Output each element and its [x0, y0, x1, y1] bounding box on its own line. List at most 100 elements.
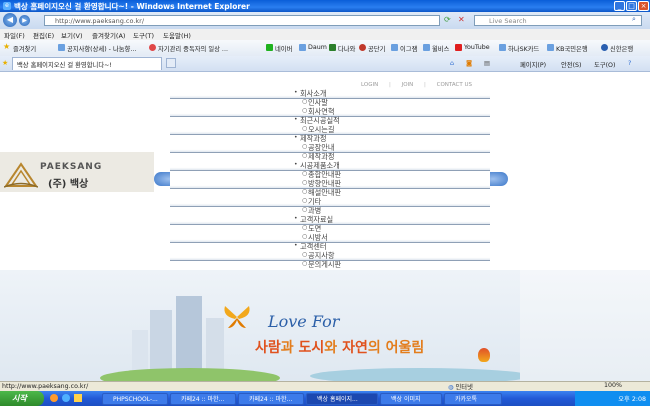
fav-item[interactable]: KB국민은행 — [556, 44, 588, 53]
taskbar-task[interactable]: PHPSCHOOL-... — [102, 393, 168, 405]
start-button[interactable]: 시작 — [0, 391, 44, 406]
contact-link[interactable]: CONTACT US — [437, 82, 472, 88]
tool-tools[interactable]: 도구(O) — [594, 60, 615, 69]
danawa-icon — [329, 44, 336, 51]
forward-icon[interactable]: ▶ — [19, 15, 30, 26]
bullet-icon: • — [294, 215, 298, 222]
feed-icon[interactable]: ◙ — [466, 60, 472, 67]
back-icon[interactable]: ◀ — [3, 13, 17, 27]
top-links: LOGIN | JOIN | CONTACT US — [361, 82, 472, 88]
quicklaunch-icon[interactable] — [62, 394, 70, 402]
taskbar-task[interactable]: 백상 이미지 — [380, 393, 442, 405]
fav-item[interactable]: 공지사항(상세) - 나눔향... — [67, 44, 136, 53]
page-icon — [547, 44, 554, 51]
circle-bullet-icon: ○ — [302, 251, 308, 258]
menu-subitem[interactable]: 문의게시판 — [308, 260, 341, 270]
fav-item[interactable]: 신한은행 — [610, 44, 633, 53]
window-titlebar[interactable]: e 백상 홈페이지오신 걸 환영합니다~! - Windows Internet… — [0, 0, 650, 12]
circle-bullet-icon: ○ — [302, 98, 308, 105]
status-url: http://www.paeksang.co.kr/ — [2, 383, 89, 390]
gongdangi-icon — [359, 44, 366, 51]
taskbar-task[interactable]: 카페24 :: 마한... — [170, 393, 236, 405]
banner-side — [520, 270, 650, 381]
menu-row[interactable]: ○ 문의게시판 — [170, 260, 490, 270]
menu-row[interactable]: • 회사소개 — [170, 89, 490, 99]
menu-view[interactable]: 보기(V) — [61, 30, 82, 40]
fav-item[interactable]: 이그잼 — [400, 44, 417, 53]
menu-tools[interactable]: 도구(T) — [133, 30, 154, 40]
taskbar-task-active[interactable]: 백상 홈페이지... — [306, 393, 378, 405]
site-logo[interactable]: PAEKSANG (주) 백상 — [4, 158, 104, 192]
zoom-level[interactable]: 100% — [604, 382, 622, 389]
taskbar-task[interactable]: 카페24 :: 마한... — [238, 393, 304, 405]
address-text: http://www.paeksang.co.kr/ — [55, 17, 145, 25]
home-icon[interactable]: ⌂ — [450, 60, 454, 67]
menu-file[interactable]: 파일(F) — [4, 30, 25, 40]
slogan-part: 과 — [280, 340, 299, 356]
circle-bullet-icon: ○ — [302, 107, 308, 114]
circle-bullet-icon: ○ — [302, 188, 308, 195]
zone-text: 인터넷 — [455, 384, 473, 391]
menu-row[interactable]: ○ 시방서 — [170, 233, 490, 243]
slogan-part: 의 어울림 — [367, 340, 425, 356]
menu-help[interactable]: 도움말(H) — [163, 30, 191, 40]
menu-row[interactable]: ○ 도면 — [170, 224, 490, 234]
search-input[interactable]: Live Search — [474, 15, 642, 26]
slogan-part: 사람 — [255, 340, 281, 356]
taskbar-task[interactable]: 카카오톡 — [444, 393, 502, 405]
page-icon — [391, 44, 398, 51]
butterfly-icon — [224, 306, 250, 328]
quicklaunch-icon[interactable] — [74, 394, 82, 402]
minimize-button[interactable]: _ — [614, 1, 625, 11]
browser-tab[interactable]: 백상 홈페이지오신 걸 환영합니다~! — [12, 57, 162, 70]
circle-bullet-icon: ○ — [302, 143, 308, 150]
menu-favorites[interactable]: 즐겨찾기(A) — [92, 30, 125, 40]
fav-item[interactable]: 윌비스 — [432, 44, 449, 53]
page-icon — [499, 44, 506, 51]
city-illustration — [100, 296, 520, 381]
fav-item[interactable]: 공단기 — [368, 44, 385, 53]
fav-item[interactable]: 하나SK카드 — [508, 44, 539, 53]
fav-item[interactable]: YouTube — [464, 44, 490, 51]
circle-bullet-icon: ○ — [302, 125, 308, 132]
bullet-icon: • — [294, 161, 298, 168]
tool-page[interactable]: 페이지(P) — [520, 60, 546, 69]
stop-icon[interactable]: ✕ — [458, 15, 465, 24]
page-icon — [299, 44, 306, 51]
menu-row[interactable]: ○ 해설안내판 — [170, 188, 490, 198]
menu-edit[interactable]: 편집(E) — [33, 30, 54, 40]
window-title: 백상 홈페이지오신 걸 환영합니다~! - Windows Internet E… — [14, 2, 250, 11]
print-icon[interactable]: ▤ — [484, 60, 490, 67]
bullet-icon: • — [294, 116, 298, 123]
system-tray: 오후 2:08 — [575, 391, 650, 406]
slogan-part: 자연 — [342, 340, 368, 356]
fav-item[interactable]: 자기관리 중독자의 일상 ... — [158, 44, 228, 53]
menu-row[interactable]: ○ 기타 — [170, 197, 490, 207]
naver-icon — [266, 44, 273, 51]
fav-item[interactable]: 다나와 — [338, 44, 355, 53]
help-icon[interactable]: ? — [628, 60, 631, 67]
tool-safety[interactable]: 안전(S) — [561, 60, 582, 69]
refresh-icon[interactable]: ⟳ — [444, 15, 451, 24]
circle-bullet-icon: ○ — [302, 179, 308, 186]
favorites-star-icon[interactable]: ★ — [2, 59, 8, 67]
menu-row[interactable]: • 고객자료실 — [170, 215, 490, 225]
fav-item[interactable]: 네이버 — [275, 44, 292, 53]
clock[interactable]: 오후 2:08 — [618, 394, 646, 403]
address-bar[interactable]: http://www.paeksang.co.kr/ — [44, 15, 440, 26]
quicklaunch-icon[interactable] — [50, 394, 58, 402]
join-link[interactable]: JOIN — [402, 82, 414, 88]
close-button[interactable]: × — [638, 1, 649, 11]
favorites-button[interactable]: 즐겨찾기 — [13, 44, 36, 53]
ie-logo-icon: e — [3, 2, 11, 10]
fav-item[interactable]: Daum — [308, 44, 327, 51]
logo-korean: (주) 백상 — [48, 179, 89, 190]
maximize-button[interactable]: □ — [626, 1, 637, 11]
login-link[interactable]: LOGIN — [361, 82, 378, 88]
menu-row[interactable]: ○ 오시는길 — [170, 125, 490, 135]
main-banner — [0, 270, 520, 381]
search-icon[interactable]: ⌕ — [632, 15, 636, 24]
new-tab-button[interactable] — [166, 58, 176, 68]
globe-icon: ◍ — [448, 384, 454, 391]
shinhan-icon — [601, 44, 608, 51]
